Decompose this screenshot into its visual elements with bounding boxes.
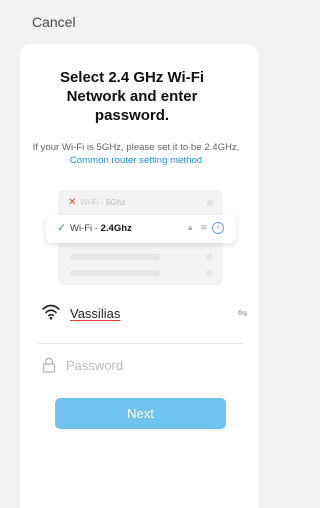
wifi-5ghz-band: 5Ghz [105,198,126,207]
wifi-2g-label: Wi-Fi - 2.4Ghz [70,223,132,234]
swap-network-icon[interactable]: ⇋ [237,305,248,321]
wifi-icon [42,304,60,320]
cancel-button[interactable]: Cancel [32,14,76,30]
wifi-network-row[interactable]: Vassilias ⇋ [38,300,248,330]
lock-icon [42,357,56,373]
password-field[interactable] [66,355,236,375]
wifi-small-icon: ≋ [200,222,208,232]
lock-small-icon: 🔒︎ [188,223,193,232]
wifi-2g-prefix: Wi-Fi - [70,223,101,234]
top-bar: Cancel [0,0,265,44]
page-title: Select 2.4 GHz Wi-Fi Network and enter p… [59,69,205,124]
placeholder-box [206,270,212,276]
wifi-setup-screen: Cancel Select 2.4 GHz Wi-Fi Network and … [0,0,265,508]
next-button[interactable]: Next [55,398,226,429]
wifi-5ghz-row: ✕ Wi-Fi - 5Ghz [68,197,213,210]
wifi-2g-band: 2.4Ghz [100,223,132,234]
subtitle-text: If your Wi-Fi is 5GHz, please set it to … [32,142,240,153]
divider [38,343,243,344]
check-icon: ✓ [57,222,67,234]
cross-icon: ✕ [68,197,77,208]
placeholder-box [206,254,212,260]
wifi-band-illustration: ✕ Wi-Fi - 5Ghz ✓ Wi-Fi - 2.4Ghz 🔒︎ ≋ i [46,190,236,285]
password-row[interactable] [38,354,243,376]
info-icon: i [212,222,224,234]
wifi-5ghz-label: Wi-Fi - 5Ghz [80,198,125,207]
wifi-5ghz-prefix: Wi-Fi - [80,198,106,207]
router-settings-link[interactable]: Common router setting method [70,155,202,166]
wifi-2g-card: ✓ Wi-Fi - 2.4Ghz 🔒︎ ≋ i [46,215,236,243]
page-subtitle: If your Wi-Fi is 5GHz, please set it to … [30,141,242,167]
placeholder-bar [70,254,160,260]
ssid-value[interactable]: Vassilias [70,306,120,321]
placeholder-bar [70,270,160,276]
placeholder-box [207,200,213,206]
